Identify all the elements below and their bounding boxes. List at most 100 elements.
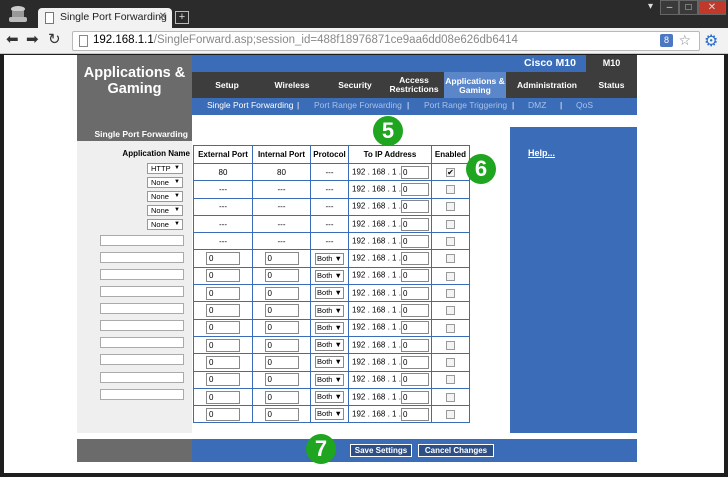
internal-port-input[interactable]: 0 (264, 269, 299, 283)
external-port-input[interactable]: 0 (206, 407, 240, 421)
app-select[interactable]: None ▼ (147, 205, 183, 216)
app-name-input[interactable] (100, 337, 184, 348)
ip-last-octet-input[interactable]: 0 (400, 252, 429, 266)
menu-setup[interactable]: Setup (192, 72, 262, 98)
app-select[interactable]: None ▼ (147, 191, 183, 202)
app-name-input[interactable] (100, 389, 184, 400)
app-name-input[interactable] (100, 303, 184, 314)
app-select[interactable]: HTTP ▼ (147, 163, 183, 174)
enabled-checkbox[interactable] (445, 375, 455, 385)
extension-icon[interactable]: 8 (660, 34, 673, 47)
menu-security[interactable]: Security (322, 72, 388, 98)
new-tab-button[interactable]: + (175, 11, 189, 24)
external-port-input[interactable]: 0 (206, 269, 240, 283)
internal-port-input[interactable]: 0 (264, 286, 299, 300)
enabled-checkbox[interactable] (445, 306, 455, 316)
app-name-input[interactable] (100, 354, 184, 365)
external-port-input[interactable]: 0 (206, 321, 240, 335)
menu-wireless[interactable]: Wireless (262, 72, 322, 98)
enabled-checkbox[interactable] (445, 202, 455, 212)
enabled-checkbox[interactable] (445, 219, 455, 229)
enabled-checkbox[interactable]: ✔ (445, 167, 455, 177)
back-arrow-icon[interactable]: ⬅ (6, 32, 19, 48)
submenu-single-port-forwarding[interactable]: Single Port Forwarding (207, 100, 293, 110)
ip-last-octet-input[interactable]: 0 (400, 200, 429, 214)
internal-port-input[interactable]: 0 (264, 304, 299, 318)
minimize-button[interactable]: – (660, 0, 679, 15)
external-port-input[interactable]: 0 (206, 304, 240, 318)
protocol-select[interactable]: Both ▼ (315, 339, 344, 352)
protocol-select[interactable]: Both ▼ (315, 287, 344, 300)
enabled-checkbox[interactable] (445, 410, 455, 419)
save-settings-button[interactable]: Save Settings (350, 444, 412, 457)
ip-last-octet-input[interactable]: 0 (400, 269, 429, 283)
cancel-changes-button[interactable]: Cancel Changes (418, 444, 494, 457)
internal-port-input[interactable]: 0 (264, 338, 299, 352)
protocol-select[interactable]: Both ▼ (315, 356, 344, 369)
app-name-input[interactable] (100, 372, 184, 383)
enabled-checkbox[interactable] (445, 288, 455, 298)
browser-tab[interactable]: Single Port Forwarding ✕ (38, 8, 172, 28)
external-port-input[interactable]: 0 (206, 373, 240, 387)
submenu-port-range-triggering[interactable]: Port Range Triggering (424, 100, 507, 110)
menu-applications-gaming[interactable]: Applications & Gaming (444, 72, 506, 99)
app-select[interactable]: None ▼ (147, 219, 183, 230)
external-port-input[interactable]: 0 (206, 252, 240, 266)
enabled-checkbox[interactable] (445, 237, 455, 247)
external-port-input[interactable]: 0 (206, 286, 240, 300)
ip-last-octet-input[interactable]: 0 (400, 217, 429, 231)
app-name-input[interactable] (100, 286, 184, 297)
submenu-dmz[interactable]: DMZ (528, 100, 546, 110)
submenu-port-range-forwarding[interactable]: Port Range Forwarding (314, 100, 402, 110)
protocol-select[interactable]: Both ▼ (315, 408, 344, 421)
tab-close-icon[interactable]: ✕ (159, 11, 167, 22)
window-close-button[interactable]: ✕ (698, 0, 726, 15)
enabled-checkbox[interactable] (445, 185, 455, 195)
reload-icon[interactable]: ↻ (48, 32, 61, 48)
internal-port-input[interactable]: 0 (264, 321, 299, 335)
app-name-input[interactable] (100, 269, 184, 280)
enabled-checkbox[interactable] (445, 340, 455, 350)
protocol-select[interactable]: Both ▼ (315, 391, 344, 403)
protocol-select[interactable]: Both ▼ (315, 252, 344, 265)
protocol-select[interactable]: Both ▼ (315, 269, 344, 282)
maximize-button[interactable]: □ (679, 0, 698, 15)
ip-last-octet-input[interactable]: 0 (400, 407, 429, 421)
protocol-select[interactable]: Both ▼ (315, 373, 344, 386)
ip-last-octet-input[interactable]: 0 (400, 182, 429, 196)
ip-last-octet-input[interactable]: 0 (400, 286, 429, 300)
enabled-checkbox[interactable] (445, 254, 455, 264)
ip-last-octet-input[interactable]: 0 (400, 390, 429, 404)
app-name-input[interactable] (100, 235, 184, 246)
ip-last-octet-input[interactable]: 0 (400, 373, 429, 387)
protocol-select[interactable]: Both ▼ (315, 304, 344, 317)
ip-last-octet-input[interactable]: 0 (400, 165, 429, 179)
internal-port-input[interactable]: 0 (264, 355, 299, 369)
internal-port-input[interactable]: 0 (264, 373, 299, 387)
protocol-select[interactable]: Both ▼ (315, 321, 344, 334)
gear-icon[interactable]: ⚙ (704, 31, 718, 51)
internal-port-input[interactable]: 0 (264, 252, 299, 266)
external-port-input[interactable]: 0 (206, 338, 240, 352)
enabled-checkbox[interactable] (445, 323, 455, 333)
help-link[interactable]: Help... (528, 148, 555, 158)
ip-last-octet-input[interactable]: 0 (400, 338, 429, 352)
app-name-input[interactable] (100, 252, 184, 263)
external-port-input[interactable]: 0 (206, 390, 240, 404)
menu-access-restrictions[interactable]: Access Restrictions (388, 72, 440, 98)
internal-port-input[interactable]: 0 (264, 407, 299, 421)
enabled-checkbox[interactable] (445, 271, 455, 281)
app-name-input[interactable] (100, 320, 184, 331)
submenu-qos[interactable]: QoS (576, 100, 593, 110)
ip-last-octet-input[interactable]: 0 (400, 234, 429, 248)
internal-port-input[interactable]: 0 (264, 390, 299, 404)
bookmark-star-icon[interactable]: ☆ (678, 32, 691, 49)
ip-last-octet-input[interactable]: 0 (400, 304, 429, 318)
address-bar[interactable]: 192.168.1.1/SingleForward.asp;session_id… (72, 31, 700, 51)
enabled-checkbox[interactable] (445, 358, 455, 368)
external-port-input[interactable]: 0 (206, 355, 240, 369)
ip-last-octet-input[interactable]: 0 (400, 355, 429, 369)
menu-status[interactable]: Status (586, 72, 637, 98)
menu-administration[interactable]: Administration (510, 72, 584, 98)
app-select[interactable]: None ▼ (147, 177, 183, 188)
